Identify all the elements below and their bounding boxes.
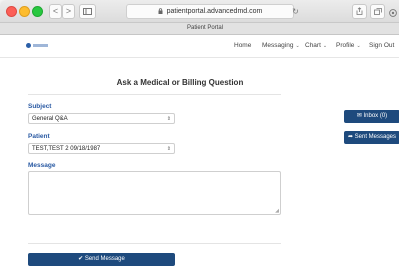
nav-home[interactable]: Home bbox=[234, 42, 251, 49]
nav-chart[interactable]: Chart ⌄ bbox=[305, 42, 327, 49]
browser-window: < > patientportal.advancedmd.com ↻ Patie… bbox=[0, 0, 399, 277]
nav-profile-label: Profile bbox=[336, 42, 355, 49]
downloads-icon[interactable] bbox=[389, 4, 397, 17]
practice-logo[interactable] bbox=[26, 43, 48, 48]
address-bar[interactable]: patientportal.advancedmd.com ↻ bbox=[126, 4, 299, 19]
browser-toolbar: < > patientportal.advancedmd.com ↻ bbox=[0, 0, 399, 23]
send-message-button[interactable]: ✔ Send Message bbox=[28, 253, 175, 266]
select-arrows-icon: ⇕ bbox=[166, 116, 171, 122]
tab-patient-portal[interactable]: Patient Portal bbox=[187, 25, 223, 31]
logo-mark bbox=[26, 43, 31, 48]
select-arrows-icon: ⇕ bbox=[166, 146, 171, 152]
chevron-down-icon: ⌄ bbox=[322, 43, 328, 49]
share-glyph bbox=[356, 7, 363, 15]
tab-bar: Patient Portal bbox=[0, 23, 399, 35]
sidebar-icon bbox=[83, 8, 92, 15]
subject-label: Subject bbox=[28, 103, 52, 110]
message-label: Message bbox=[28, 162, 56, 169]
minimize-window-button[interactable] bbox=[19, 6, 30, 17]
nav-sign-out[interactable]: Sign Out bbox=[369, 42, 394, 49]
logo-wordmark bbox=[33, 44, 48, 47]
sidebar-toggle-icon[interactable] bbox=[79, 4, 96, 19]
lock-icon bbox=[158, 8, 163, 14]
back-button[interactable]: < bbox=[49, 4, 62, 19]
nav-chart-label: Chart bbox=[305, 42, 321, 49]
reload-icon[interactable]: ↻ bbox=[289, 5, 302, 18]
patient-select-value: TEST,TEST 2 09/18/1987 bbox=[32, 146, 101, 152]
download-circle-glyph bbox=[389, 9, 397, 17]
nav-profile[interactable]: Profile ⌄ bbox=[336, 42, 361, 49]
url-text: patientportal.advancedmd.com bbox=[166, 8, 263, 15]
patient-label: Patient bbox=[28, 133, 50, 140]
sent-messages-button[interactable]: ➦ Sent Messages bbox=[344, 131, 399, 144]
nav-messaging[interactable]: Messaging ⌄ bbox=[262, 42, 300, 49]
divider bbox=[28, 94, 281, 95]
chevron-down-icon: ⌄ bbox=[295, 43, 300, 49]
close-window-button[interactable] bbox=[6, 6, 17, 17]
resize-grip-icon[interactable]: ◢ bbox=[275, 208, 279, 214]
nav-messaging-label: Messaging bbox=[262, 42, 294, 49]
message-textarea[interactable]: ◢ bbox=[28, 171, 281, 215]
inbox-button[interactable]: ✉ Inbox (0) bbox=[344, 110, 399, 123]
zoom-window-button[interactable] bbox=[32, 6, 43, 17]
page-title: Ask a Medical or Billing Question bbox=[116, 78, 244, 87]
divider bbox=[28, 243, 281, 244]
share-icon[interactable] bbox=[352, 4, 367, 19]
patient-select[interactable]: TEST,TEST 2 09/18/1987 ⇕ bbox=[28, 143, 175, 154]
tabs-overview-icon[interactable] bbox=[370, 4, 385, 19]
forward-button[interactable]: > bbox=[62, 4, 75, 19]
chevron-down-icon: ⌄ bbox=[356, 43, 361, 49]
tabs-glyph bbox=[373, 8, 382, 15]
subject-select-value: General Q&A bbox=[32, 116, 68, 122]
site-header: Home Messaging ⌄ Chart ⌄ Profile ⌄ Sign Out bbox=[0, 35, 399, 58]
subject-select[interactable]: General Q&A ⇕ bbox=[28, 113, 175, 124]
